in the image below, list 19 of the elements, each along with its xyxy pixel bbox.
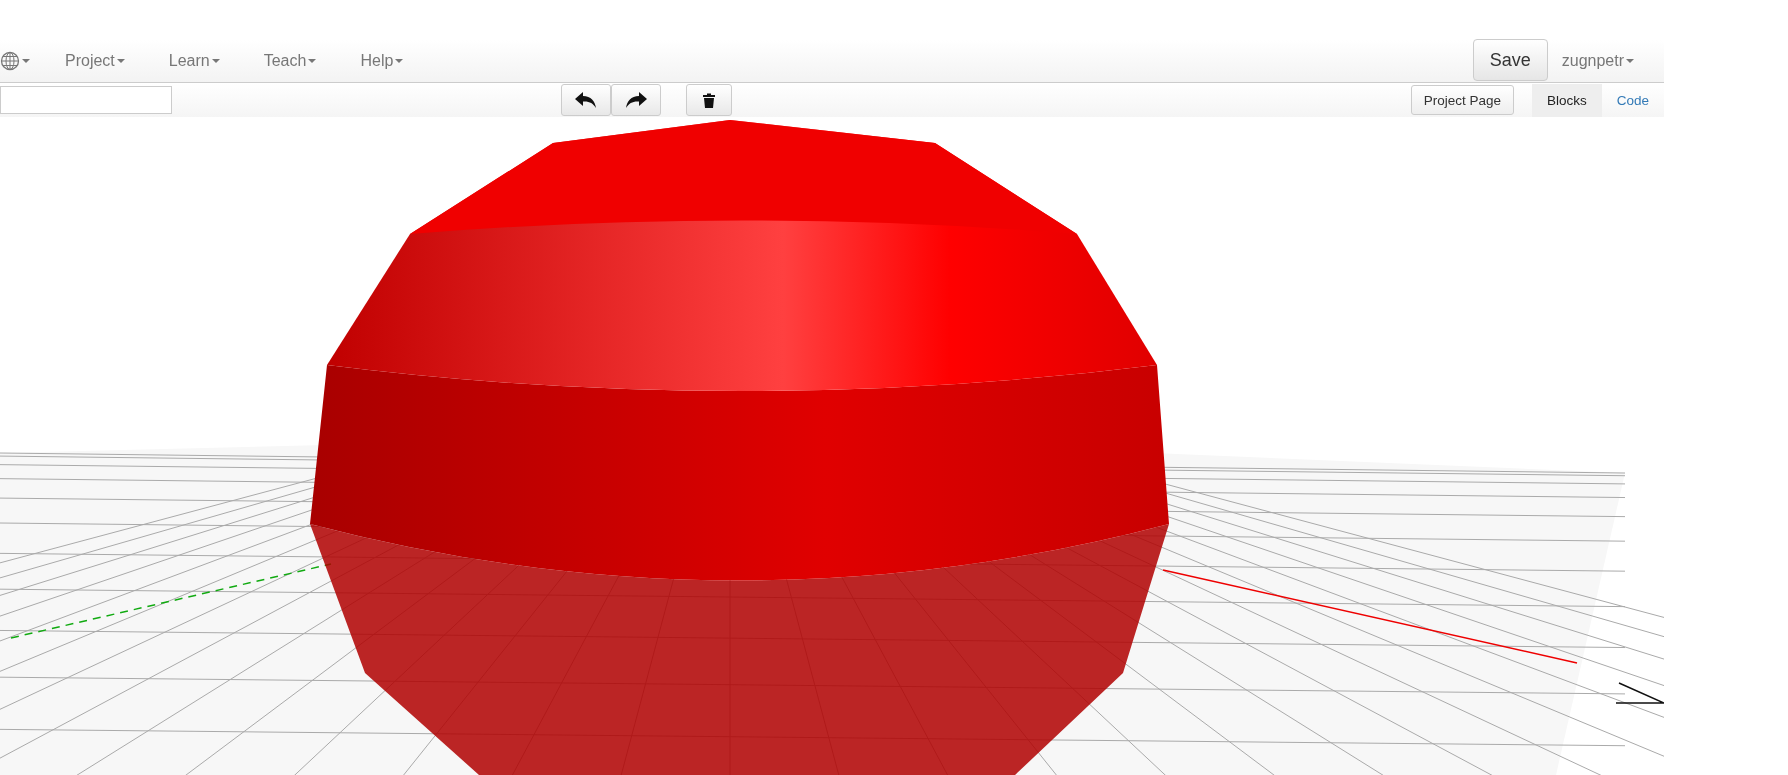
menu-item[interactable]: Project (50, 52, 140, 70)
axis-marker-drawing (1615, 682, 1664, 704)
user-menu[interactable]: zugnpetr (1547, 52, 1664, 70)
delete-button[interactable] (686, 84, 732, 116)
view-tab[interactable]: Blocks (1531, 83, 1602, 117)
input-field[interactable] (0, 86, 172, 114)
menu-item[interactable]: Teach (248, 52, 332, 70)
globe-icon (0, 51, 20, 71)
undo-button[interactable] (561, 84, 611, 116)
caret-icon (22, 59, 30, 63)
menu-item[interactable]: Learn (153, 52, 235, 70)
menu-item[interactable]: Help (345, 52, 419, 70)
redo-button[interactable] (611, 84, 661, 116)
redo-arrow-icon (624, 91, 648, 109)
save-button[interactable]: Save (1472, 39, 1548, 81)
view-tab[interactable]: Code (1601, 83, 1664, 117)
undo-arrow-icon (574, 91, 598, 109)
project-page-button[interactable]: Project Page (1410, 85, 1514, 115)
trash-icon (703, 92, 715, 108)
